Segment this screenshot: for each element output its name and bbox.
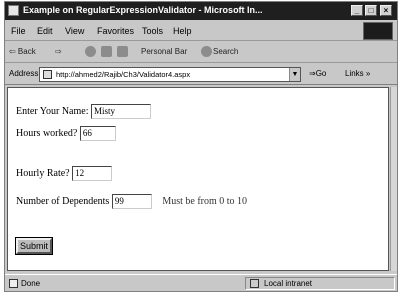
zone-text: Local intranet — [264, 279, 313, 288]
go-button[interactable]: ⇒Go — [309, 69, 326, 78]
refresh-icon[interactable] — [101, 46, 112, 57]
menu-help[interactable]: Help — [173, 26, 192, 36]
search-icon — [201, 46, 212, 57]
security-zone: Local intranet — [245, 277, 395, 290]
links-button[interactable]: Links » — [345, 69, 370, 78]
go-arrow-icon: ⇒ — [309, 69, 316, 78]
address-dropdown-icon[interactable]: ▼ — [289, 68, 300, 81]
menu-tools[interactable]: Tools — [142, 26, 163, 36]
close-button[interactable]: × — [380, 5, 392, 16]
submit-button[interactable]: Submit — [15, 237, 53, 255]
hours-row: Hours worked? 66 — [16, 126, 116, 141]
home-icon[interactable] — [117, 46, 128, 57]
rate-label: Hourly Rate? — [16, 168, 70, 179]
status-bar: Done Local intranet — [5, 274, 397, 291]
minimize-button[interactable]: _ — [351, 5, 363, 16]
forward-button[interactable]: ⇨ — [55, 47, 62, 56]
name-row: Enter Your Name: Misty — [16, 104, 151, 119]
back-button[interactable]: ⇦ Back — [9, 47, 36, 56]
dependents-error-message: Must be from 0 to 10 — [162, 196, 248, 207]
menu-file[interactable]: File — [11, 26, 26, 36]
menu-favorites[interactable]: Favorites — [97, 26, 134, 36]
dependents-label: Number of Dependents — [16, 196, 110, 207]
maximize-button[interactable]: □ — [365, 5, 377, 16]
status-text: Done — [21, 279, 41, 288]
menu-view[interactable]: View — [65, 26, 84, 36]
title-bar: Example on RegularExpressionValidator - … — [5, 2, 397, 20]
name-label: Enter Your Name: — [16, 106, 89, 117]
vertical-scrollbar[interactable] — [390, 87, 397, 271]
hours-label: Hours worked? — [16, 128, 78, 139]
page-icon — [43, 70, 52, 79]
done-page-icon — [9, 279, 18, 288]
name-input[interactable]: Misty — [91, 104, 151, 119]
address-url: http://ahmed2/Rajib/Ch3/Validator4.aspx — [56, 70, 191, 79]
window-title: Example on RegularExpressionValidator - … — [23, 5, 263, 15]
address-bar: Address http://ahmed2/Rajib/Ch3/Validato… — [5, 64, 397, 85]
dependents-row: Number of Dependents 99 Must be from 0 t… — [16, 194, 247, 209]
intranet-icon — [250, 279, 259, 288]
toolbar: ⇦ Back ⇨ Personal Bar Search — [5, 42, 397, 63]
page-content: Enter Your Name: Misty Hours worked? 66 … — [7, 87, 389, 271]
rate-input[interactable]: 12 — [72, 166, 113, 181]
search-button[interactable]: Search — [213, 47, 238, 56]
ie-page-icon — [8, 5, 19, 16]
windows-logo-icon — [363, 22, 393, 40]
menu-edit[interactable]: Edit — [37, 26, 53, 36]
browser-window: Example on RegularExpressionValidator - … — [4, 1, 398, 292]
go-label: Go — [315, 69, 327, 78]
menu-bar: File Edit View Favorites Tools Help — [5, 21, 397, 41]
address-input[interactable]: http://ahmed2/Rajib/Ch3/Validator4.aspx … — [39, 67, 301, 82]
personal-bar-button[interactable]: Personal Bar — [141, 47, 187, 56]
hours-input[interactable]: 66 — [79, 126, 116, 141]
rate-row: Hourly Rate? 12 — [16, 166, 113, 181]
stop-icon[interactable] — [85, 46, 96, 57]
address-label: Address — [9, 69, 39, 78]
dependents-input[interactable]: 99 — [111, 194, 152, 209]
